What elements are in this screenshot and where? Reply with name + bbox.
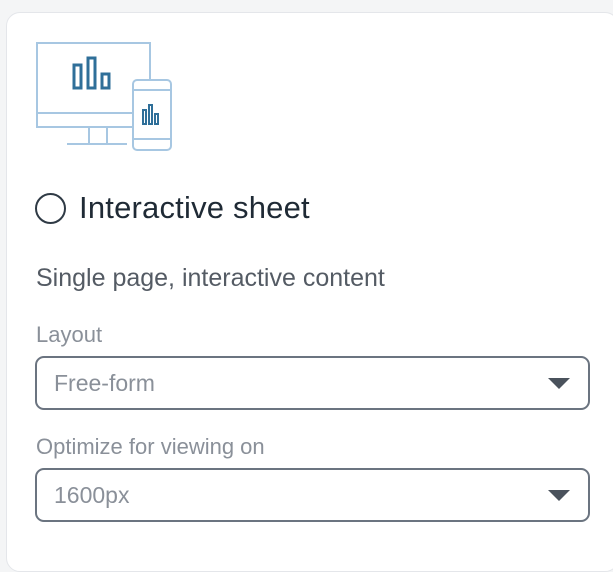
radio-button[interactable] xyxy=(35,192,66,224)
layout-label: Layout xyxy=(36,322,103,347)
optimize-value: 1600px xyxy=(54,481,130,508)
optimize-select[interactable]: 1600px xyxy=(35,468,590,522)
chevron-down-icon xyxy=(548,377,570,389)
layout-value: Free-form xyxy=(54,369,155,396)
sheet-option-card[interactable]: Interactive sheet Single page, interacti… xyxy=(6,12,613,572)
optimize-label: Optimize for viewing on xyxy=(36,434,265,459)
interactive-sheet-option[interactable]: Interactive sheet xyxy=(35,189,310,227)
chevron-down-icon xyxy=(548,489,570,501)
desktop-and-mobile-chart-icon xyxy=(36,42,172,151)
option-description: Single page, interactive content xyxy=(36,264,385,292)
layout-select[interactable]: Free-form xyxy=(35,356,590,410)
option-title: Interactive sheet xyxy=(79,190,310,225)
